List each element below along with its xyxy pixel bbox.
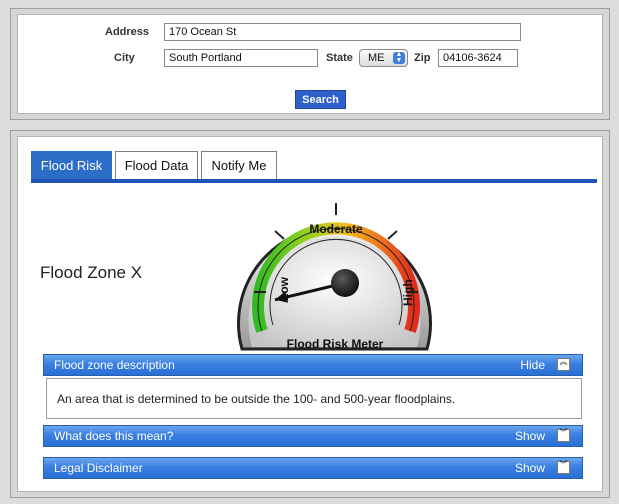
tab-flood-data[interactable]: Flood Data <box>115 151 198 180</box>
flood-zone-title: Flood Zone X <box>40 263 143 282</box>
section-legal-disclaimer[interactable]: Legal Disclaimer Show ︾ <box>43 457 583 479</box>
section-title: What does this mean? <box>54 429 174 443</box>
zip-input[interactable]: 04106-3624 <box>438 49 518 67</box>
meter-hub <box>331 269 359 297</box>
state-select[interactable]: ME ▲ ▼ <box>359 49 408 67</box>
meter-caption: Flood Risk Meter <box>287 337 384 351</box>
address-input[interactable]: 170 Ocean St <box>164 23 521 41</box>
zip-label: Zip <box>414 52 431 64</box>
meter-label-moderate: Moderate <box>309 222 363 236</box>
meter-label-high: High <box>401 279 415 306</box>
select-arrows-icon: ▲ ▼ <box>393 51 405 64</box>
results-section: Flood Risk Flood Data Notify Me Flood Zo… <box>10 130 610 498</box>
tab-underline <box>31 179 597 183</box>
tab-flood-risk[interactable]: Flood Risk <box>31 151 112 180</box>
collapse-icon[interactable]: ︽ <box>557 358 570 371</box>
city-label: City <box>114 52 135 64</box>
show-toggle[interactable]: Show <box>515 461 545 475</box>
flood-zone-description-text: An area that is determined to be outside… <box>46 378 582 419</box>
expand-icon[interactable]: ︾ <box>557 461 570 474</box>
search-button[interactable]: Search <box>295 90 346 109</box>
section-title: Legal Disclaimer <box>54 461 143 475</box>
section-what-does-this-mean[interactable]: What does this mean? Show ︾ <box>43 425 583 447</box>
section-title: Flood zone description <box>54 358 175 372</box>
results-panel: Flood Risk Flood Data Notify Me Flood Zo… <box>17 136 603 492</box>
section-flood-zone-description[interactable]: Flood zone description Hide ︽ <box>43 354 583 376</box>
expand-icon[interactable]: ︾ <box>557 429 570 442</box>
hide-toggle[interactable]: Hide <box>520 358 545 372</box>
tab-notify-me[interactable]: Notify Me <box>201 151 277 180</box>
state-label: State <box>326 52 353 64</box>
show-toggle[interactable]: Show <box>515 429 545 443</box>
search-section: Address 170 Ocean St City South Portland… <box>10 8 610 120</box>
flood-risk-meter: Moderate Low High Flood Risk Meter <box>237 203 432 351</box>
city-input[interactable]: South Portland <box>164 49 318 67</box>
address-label: Address <box>105 26 150 38</box>
state-select-value: ME <box>368 52 385 64</box>
search-form: Address 170 Ocean St City South Portland… <box>17 14 603 114</box>
